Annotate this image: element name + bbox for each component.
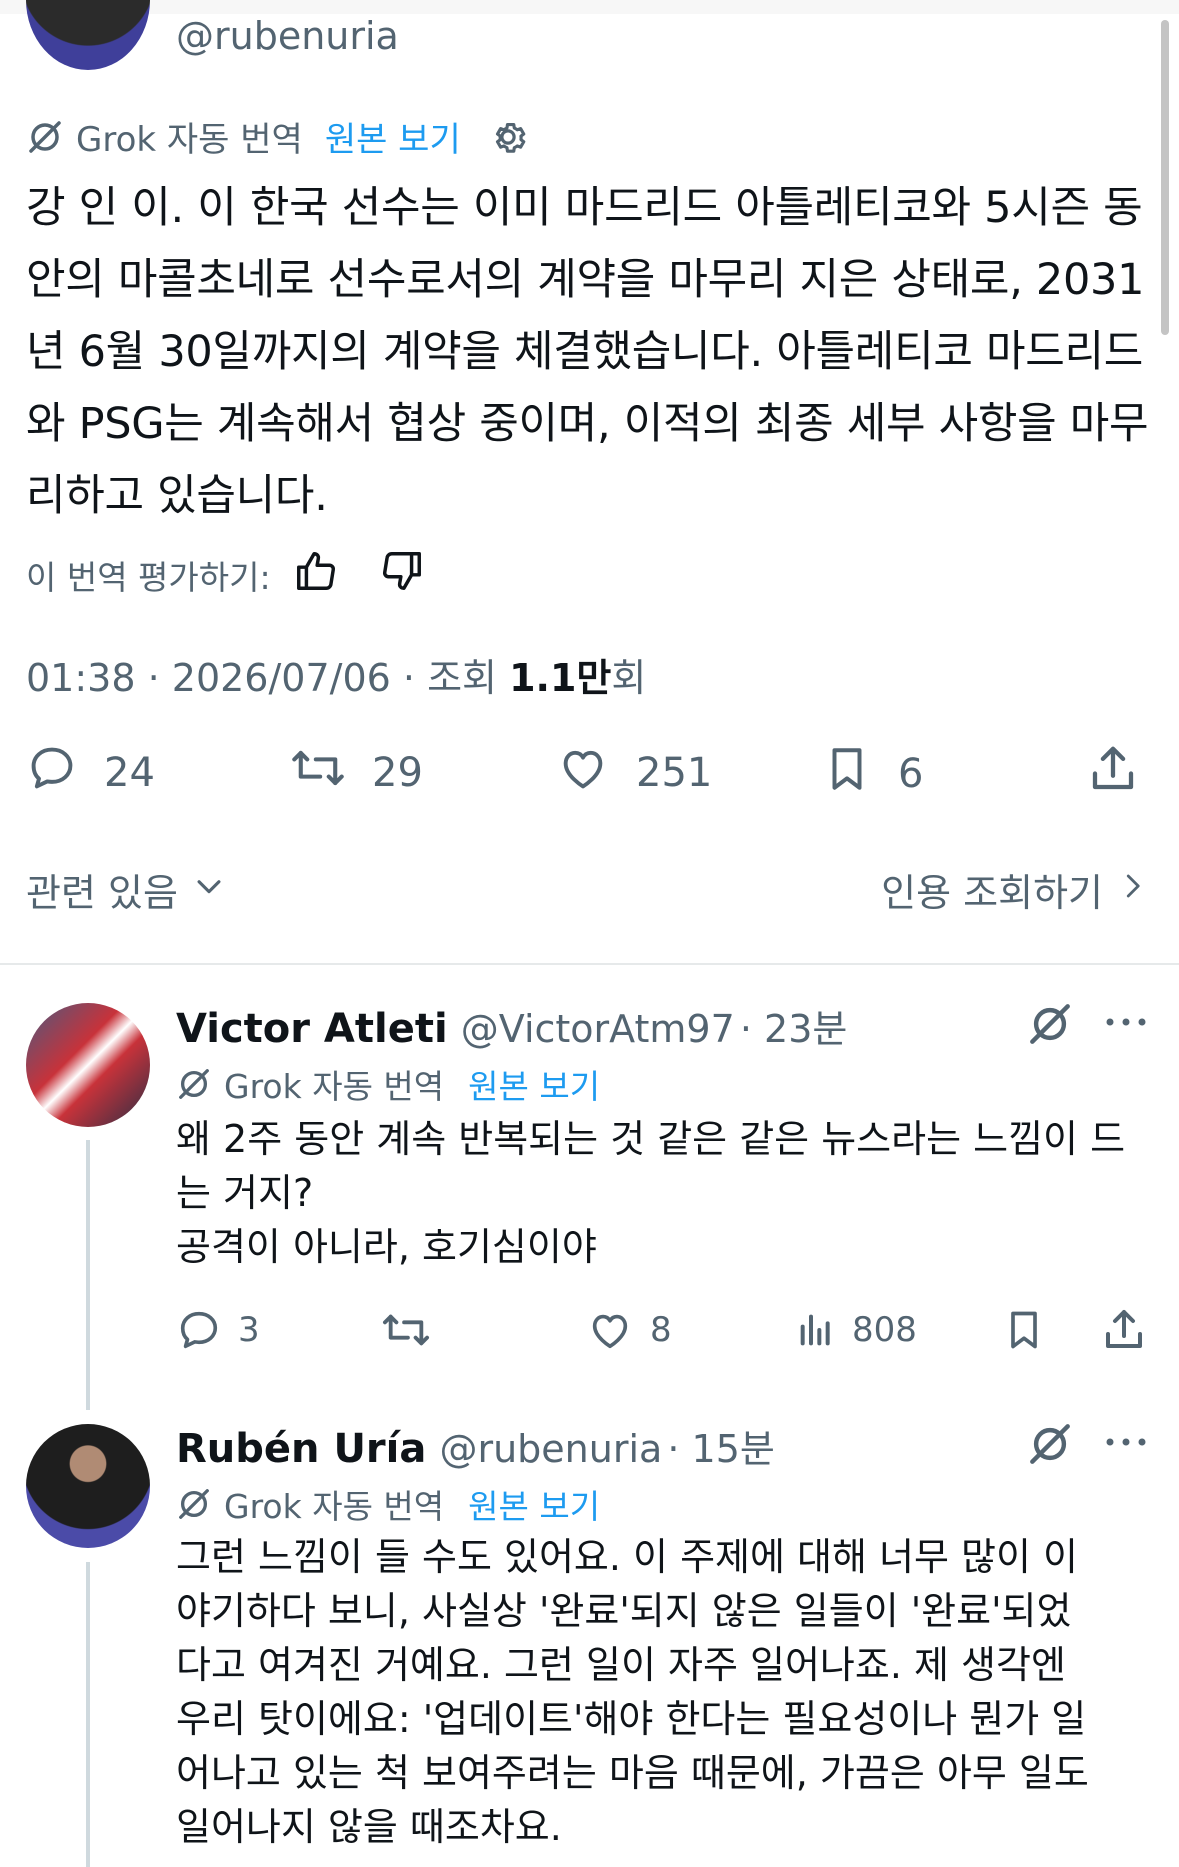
repost-icon (382, 1314, 429, 1346)
reply-count: 24 (104, 750, 155, 796)
tweet-meta: 01:38 · 2026/07/06 · 조회 1.1만회 (26, 656, 647, 700)
grok-translation-row: Grok 자동 번역 원본 보기 (176, 1480, 600, 1528)
grok-translation-row: Grok 자동 번역 원본 보기 (26, 112, 529, 161)
reply-author-handle[interactable]: @rubenuria (439, 1427, 662, 1471)
share-icon (1086, 742, 1140, 806)
reply-action[interactable]: 24 (26, 742, 155, 804)
bookmark-action[interactable] (1002, 1306, 1046, 1354)
reply-icon (180, 1311, 218, 1349)
views-value: 1.1만 (509, 656, 612, 700)
like-count: 8 (650, 1310, 672, 1350)
like-action[interactable]: 251 (556, 742, 712, 804)
reply-avatar[interactable] (26, 1003, 150, 1127)
bookmark-action[interactable]: 6 (822, 742, 923, 806)
more-icon[interactable] (1104, 1432, 1148, 1456)
thumbs-down-icon[interactable] (379, 548, 425, 602)
thread-line (86, 1140, 90, 1410)
view-original-link[interactable]: 원본 보기 (325, 112, 461, 161)
gear-icon[interactable] (487, 116, 529, 158)
grok-label: Grok 자동 번역 (224, 1487, 445, 1526)
reply-text-line: 왜 2주 동안 계속 반복되는 것 같은 같은 뉴스라는 느낌이 드 (176, 1117, 1126, 1161)
grok-icon[interactable] (1026, 1420, 1074, 1472)
heart-icon (592, 1314, 628, 1349)
related-dropdown[interactable]: 관련 있음 (26, 862, 226, 917)
reply-header: Rubén Uría @rubenuria · 15분 (176, 1418, 775, 1473)
reply-text-line: 공격이 아니라, 호기심이야 (176, 1225, 597, 1269)
bookmark-icon (1011, 1311, 1037, 1349)
author-handle[interactable]: @rubenuria (176, 14, 399, 58)
chevron-down-icon (192, 868, 226, 912)
grok-label: Grok 자동 번역 (224, 1067, 445, 1106)
like-count: 251 (636, 750, 713, 796)
repost-action[interactable]: 29 (290, 742, 423, 804)
reply-text-line: 우리 탓이에요: '업데이트'해야 한다는 필요성이나 뭔가 일 (176, 1697, 1087, 1741)
reply-author-name[interactable]: Victor Atleti (176, 1006, 448, 1052)
reply-text-line: 야기하다 보니, 사실상 '완료'되지 않은 일들이 '완료'되었 (176, 1589, 1072, 1633)
reply-action[interactable]: 3 (176, 1307, 260, 1353)
reply-header: Victor Atleti @VictorAtm97 · 23분 (176, 998, 847, 1053)
grok-label: Grok 자동 번역 (76, 120, 303, 160)
views-suffix: 회 (611, 656, 647, 700)
reply-author-name[interactable]: Rubén Uría (176, 1426, 426, 1472)
reply-text-line: 그런 느낌이 들 수도 있어요. 이 주제에 대해 너무 많이 이 (176, 1535, 1078, 1579)
reply-avatar[interactable] (26, 1424, 150, 1548)
repost-icon (290, 742, 346, 804)
top-strip (0, 0, 1179, 14)
reply-text: 왜 2주 동안 계속 반복되는 것 같은 같은 뉴스라는 느낌이 드 는 거지?… (176, 1112, 1156, 1274)
grok-icon (26, 118, 64, 156)
reply-text-line: 다고 여겨진 거예요. 그런 일이 자주 일어나죠. 제 생각엔 (176, 1643, 1066, 1687)
views-count: 808 (852, 1310, 917, 1350)
tweet-time[interactable]: 01:38 (26, 656, 136, 700)
repost-count: 29 (372, 750, 423, 796)
views-icon (800, 1314, 830, 1346)
tweet-date[interactable]: 2026/07/06 (172, 656, 391, 700)
share-action[interactable] (1100, 1306, 1148, 1354)
grok-icon (176, 1486, 212, 1522)
related-label: 관련 있음 (26, 871, 178, 915)
reply-time[interactable]: · 15분 (667, 1427, 774, 1471)
heart-icon (556, 742, 610, 804)
rate-label: 이 번역 평가하기: (26, 558, 271, 597)
view-original-link[interactable]: 원본 보기 (468, 1060, 600, 1108)
thumbs-up-icon[interactable] (293, 548, 339, 602)
thread-line (86, 1562, 90, 1867)
grok-icon (176, 1066, 212, 1102)
reply-count: 3 (238, 1310, 260, 1350)
chevron-right-icon (1117, 868, 1147, 912)
reply-text-line: 어나고 있는 척 보여주려는 마음 때문에, 가끔은 아무 일도 (176, 1751, 1089, 1795)
reply-time[interactable]: · 23분 (740, 1007, 847, 1051)
rate-translation-row: 이 번역 평가하기: (26, 548, 425, 602)
view-original-link[interactable]: 원본 보기 (468, 1480, 600, 1528)
view-quotes-link[interactable]: 인용 조회하기 (881, 862, 1147, 917)
grok-icon[interactable] (1026, 1000, 1074, 1052)
grok-translation-row: Grok 자동 번역 원본 보기 (176, 1060, 600, 1108)
views-label: 조회 (427, 656, 497, 700)
scrollbar[interactable] (1161, 20, 1169, 335)
author-avatar[interactable] (26, 0, 150, 70)
reply-icon (26, 742, 78, 804)
section-divider (0, 963, 1179, 965)
repost-action[interactable] (380, 1307, 448, 1353)
more-icon[interactable] (1104, 1012, 1148, 1036)
tweet-text: 강 인 이. 이 한국 선수는 이미 마드리드 아틀레티코와 5시즌 동안의 마… (26, 183, 1149, 521)
reply-author-handle[interactable]: @VictorAtm97 (461, 1007, 735, 1051)
reply-action-bar: 3 8 808 (176, 1300, 1156, 1360)
share-action[interactable] (1086, 742, 1140, 806)
views-action[interactable]: 808 (796, 1307, 917, 1353)
bookmark-icon (822, 742, 872, 806)
like-action[interactable]: 8 (586, 1307, 672, 1353)
quotes-label: 인용 조회하기 (881, 871, 1103, 915)
reply-text: 그런 느낌이 들 수도 있어요. 이 주제에 대해 너무 많이 이 야기하다 보… (176, 1530, 1156, 1854)
reply-text-line: 일어나지 않을 때조차요. (176, 1805, 562, 1849)
bookmark-count: 6 (898, 751, 924, 797)
reply-text-line: 는 거지? (176, 1171, 314, 1215)
share-icon (1106, 1310, 1142, 1348)
